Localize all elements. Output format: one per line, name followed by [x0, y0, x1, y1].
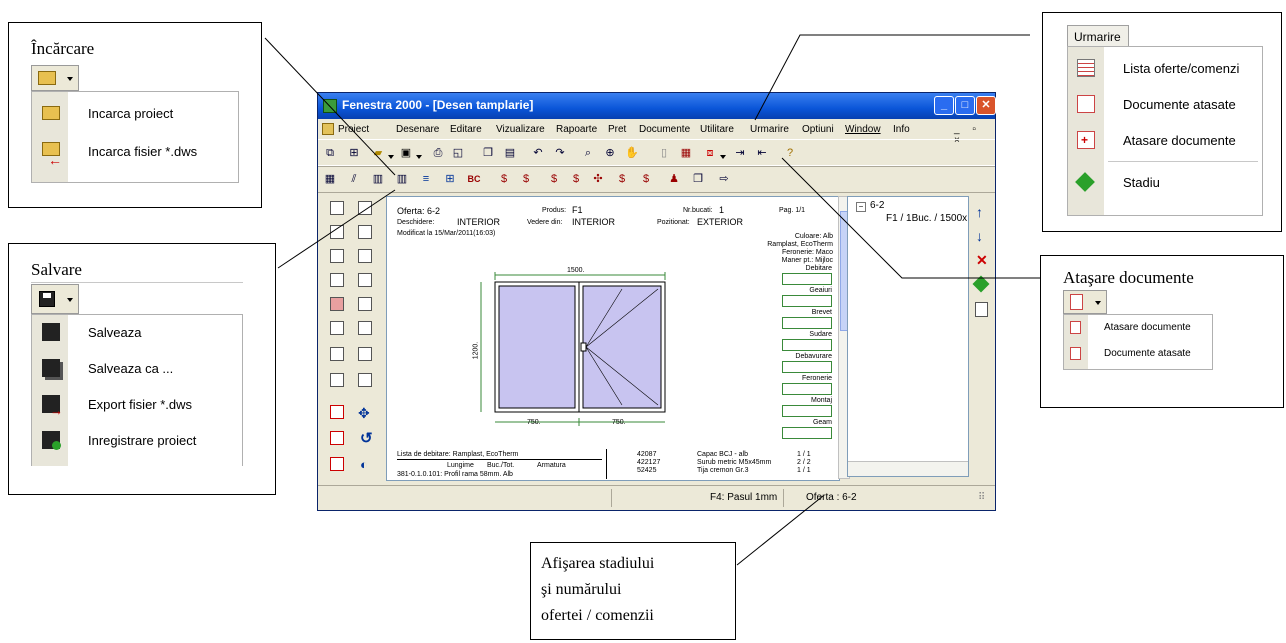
menu-item-documente[interactable]: Documente atasate: [1104, 348, 1191, 359]
menu-item-atasare-documente[interactable]: Atasare documente: [1123, 133, 1236, 148]
attach-doc-small-icon: [1070, 321, 1081, 334]
callout-afisare: Afişarea stadiului şi numărului ofertei …: [530, 542, 736, 640]
attached-docs-icon: [1077, 95, 1095, 113]
menu-item-incarca-fisier[interactable]: Incarca fisier *.dws: [88, 144, 197, 159]
save-as-icon: [42, 359, 60, 377]
afisare-line-1: Afişarea stadiului: [541, 555, 655, 572]
save-icon: [42, 323, 60, 341]
afisare-line-3: ofertei / comenzii: [541, 607, 654, 624]
callout-atasare: Ataşare documente Atasare documente Docu…: [1040, 255, 1284, 408]
menu-item-atasare[interactable]: Atasare documente: [1104, 322, 1191, 333]
menu-item-incarca-proiect[interactable]: Incarca proiect: [88, 106, 173, 121]
list-offers-icon: [1077, 59, 1095, 77]
red-arrow-icon: →: [50, 403, 63, 418]
attach-dropdown-button[interactable]: [1063, 290, 1107, 314]
attach-menu: Atasare documente Documente atasate: [1063, 314, 1213, 370]
attach-doc-icon: [1070, 294, 1083, 310]
save-disk-icon: [39, 291, 55, 307]
urmarire-menu: Lista oferte/comenzi Documente atasate +…: [1067, 46, 1263, 216]
save-disk-label-icon: [43, 293, 51, 298]
menu-item-stadiu[interactable]: Stadiu: [1123, 175, 1160, 190]
afisare-line-2: şi numărului: [541, 581, 622, 598]
open-menu: Incarca proiect ← Incarca fisier *.dws: [31, 91, 239, 183]
callout-urmarire: Urmarire Lista oferte/comenzi Documente …: [1042, 12, 1282, 232]
chevron-down-icon: [67, 77, 73, 81]
chevron-down-icon: [67, 298, 73, 302]
chevron-down-icon: [1095, 301, 1101, 305]
save-menu: Salveaza Salveaza ca ... → Export fisier…: [31, 314, 243, 466]
urmarire-tab-label: Urmarire: [1074, 30, 1121, 44]
green-status-icon: [52, 441, 61, 450]
open-dropdown-button[interactable]: [31, 65, 79, 91]
menu-item-documente-atasate[interactable]: Documente atasate: [1123, 97, 1236, 112]
attached-doc-small-icon: [1070, 347, 1081, 360]
callout-incarcare-title: Încărcare: [31, 39, 95, 58]
attach-doc-icon: +: [1077, 131, 1095, 149]
menu-item-export[interactable]: Export fisier *.dws: [88, 397, 192, 412]
open-project-icon: [42, 106, 60, 120]
save-dropdown-button[interactable]: [31, 284, 79, 314]
callout-incarcare: Încărcare Incarca proiect ← Incarca fisi…: [8, 22, 262, 208]
menu-separator: [1108, 161, 1258, 162]
menu-item-salveaza[interactable]: Salveaza: [88, 325, 141, 340]
callout-atasare-title: Ataşare documente: [1063, 268, 1194, 287]
open-folder-icon: [38, 71, 56, 85]
callout-salvare-title: Salvare: [31, 260, 82, 279]
plus-icon: +: [1081, 133, 1089, 147]
callout-salvare: Salvare Salveaza Salveaza ca ... → Expor…: [8, 243, 276, 495]
red-arrow-icon: ←: [48, 152, 62, 168]
urmarire-tab[interactable]: Urmarire: [1067, 25, 1129, 47]
menu-item-lista-oferte[interactable]: Lista oferte/comenzi: [1123, 61, 1239, 76]
callout-salvare-rule: [31, 282, 243, 283]
menu-item-salveaza-ca[interactable]: Salveaza ca ...: [88, 361, 173, 376]
menu-item-inregistrare[interactable]: Inregistrare proiect: [88, 433, 196, 448]
